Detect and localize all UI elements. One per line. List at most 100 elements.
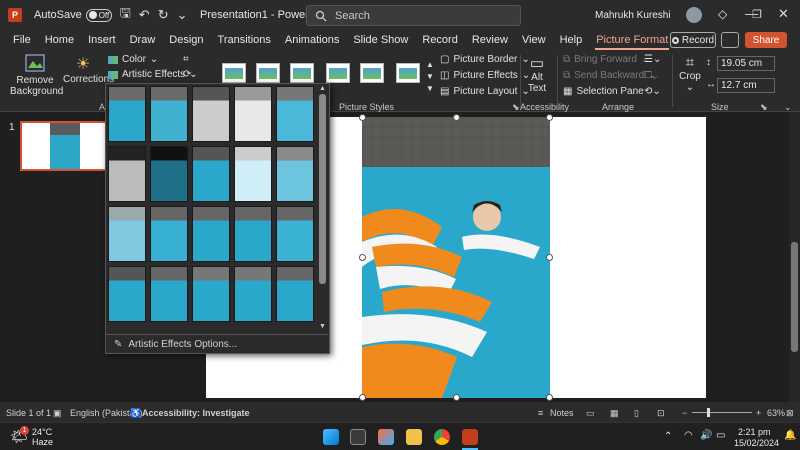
effect-pencil-sketch[interactable] (234, 86, 272, 142)
tab-record[interactable]: Record (415, 30, 464, 50)
customize-qat-icon[interactable]: ⌄ (177, 7, 188, 23)
corrections-button[interactable]: ☀ Corrections (63, 54, 114, 85)
effect-paint-brush[interactable] (192, 146, 230, 202)
width-field[interactable]: 12.7 cm (717, 78, 775, 93)
file-explorer-icon[interactable] (406, 429, 422, 445)
battery-icon[interactable]: ▭ (716, 430, 725, 441)
zoom-out-icon[interactable]: − (682, 408, 687, 418)
picture-layout-button[interactable]: ▤ Picture Layout ⌄ (440, 86, 530, 97)
resize-handle-bottom-left[interactable] (359, 394, 366, 401)
picture-style-2[interactable] (256, 63, 280, 83)
clock-time[interactable]: 2:21 pm (738, 427, 771, 437)
tab-file[interactable]: File (6, 30, 38, 50)
tab-view[interactable]: View (515, 30, 553, 50)
gallery-scrollbar[interactable] (318, 86, 327, 332)
effect-pencil-grayscale[interactable] (192, 86, 230, 142)
rotate-icon[interactable]: ⟲⌄ (644, 86, 661, 97)
effect-marker[interactable] (150, 86, 188, 142)
effect-plastic-wrap[interactable] (276, 266, 314, 322)
wifi-icon[interactable]: ◠ (684, 430, 693, 441)
effect-none[interactable] (108, 86, 146, 142)
resize-handle-bottom-right[interactable] (546, 394, 553, 401)
chrome-icon[interactable] (434, 429, 450, 445)
effect-glass[interactable] (276, 206, 314, 262)
close-icon[interactable]: ✕ (778, 6, 789, 22)
crop-button[interactable]: ⌗ Crop ⌄ (677, 54, 703, 93)
picture-style-6[interactable] (396, 63, 420, 83)
picture-style-1[interactable] (222, 63, 246, 83)
effect-paint-strokes[interactable] (150, 146, 188, 202)
tab-review[interactable]: Review (465, 30, 515, 50)
effect-texturizer[interactable] (150, 266, 188, 322)
bring-forward-button[interactable]: ⧉ Bring Forward ⌄ (563, 54, 649, 65)
user-name[interactable]: Mahrukh Kureshi (595, 10, 671, 21)
save-icon[interactable]: 🖫 (120, 4, 131, 26)
weather-condition[interactable]: Haze (32, 437, 53, 447)
reading-view-icon[interactable]: ▯ (634, 408, 639, 419)
tab-slide-show[interactable]: Slide Show (346, 30, 415, 50)
clock-date[interactable]: 15/02/2024 (734, 438, 779, 448)
tab-home[interactable]: Home (38, 30, 81, 50)
effect-chalk-sketch[interactable] (108, 146, 146, 202)
zoom-slider-thumb[interactable] (707, 408, 710, 417)
share-button[interactable]: Share (745, 32, 787, 48)
group-objects-icon[interactable]: ⧠⌄ (644, 70, 657, 81)
tab-animations[interactable]: Animations (278, 30, 346, 50)
picture-style-3[interactable] (290, 63, 314, 83)
effect-line-drawing[interactable] (276, 86, 314, 142)
gallery-scroll-down-icon[interactable]: ▼ (319, 323, 326, 330)
gallery-scroll-up-icon[interactable]: ▲ (319, 85, 326, 92)
styles-more-icon[interactable]: ▼ (426, 84, 434, 93)
change-picture-icon[interactable]: ⟳ (183, 69, 191, 80)
align-icon[interactable]: ☰⌄ (644, 54, 661, 65)
spellcheck-icon[interactable]: ▣ (53, 408, 62, 419)
undo-icon[interactable]: ↶ (139, 7, 150, 23)
effect-mosaic-bubbles[interactable] (234, 206, 272, 262)
resize-handle-top-right[interactable] (546, 114, 553, 121)
zoom-in-icon[interactable]: + (756, 408, 761, 418)
remove-background-button[interactable]: Remove Background (10, 54, 63, 97)
resize-handle-right[interactable] (546, 254, 553, 261)
notes-button[interactable]: Notes (550, 408, 574, 418)
effect-glow-diffused[interactable] (234, 146, 272, 202)
accessibility-status[interactable]: Accessibility: Investigate (142, 408, 250, 418)
record-button[interactable]: Record (670, 32, 716, 48)
styles-scroll-up-icon[interactable]: ▲ (426, 60, 434, 69)
show-hidden-icons-icon[interactable]: ⌃ (664, 431, 672, 442)
styles-scroll-down-icon[interactable]: ▼ (426, 72, 434, 81)
avatar[interactable] (686, 7, 702, 23)
widgets-icon[interactable] (378, 429, 394, 445)
comments-button[interactable] (721, 32, 739, 48)
notification-bell-icon[interactable]: 🔔 (784, 430, 796, 441)
picture-style-4[interactable] (326, 63, 350, 83)
color-button[interactable]: Color ⌄ (108, 54, 158, 65)
resize-handle-left[interactable] (359, 254, 366, 261)
tab-help[interactable]: Help (553, 30, 590, 50)
artistic-effects-options[interactable]: ✎ Artistic Effects Options... (106, 334, 328, 353)
canvas-scrollbar[interactable] (789, 112, 800, 402)
gallery-scrollbar-thumb[interactable] (319, 94, 326, 284)
compress-pictures-icon[interactable]: ⌗ (183, 54, 189, 65)
restore-window-icon[interactable]: ❐ (752, 8, 762, 21)
zoom-slider[interactable] (692, 412, 752, 413)
height-field[interactable]: 19.05 cm (717, 56, 775, 71)
picture-style-5[interactable] (360, 63, 384, 83)
autosave-toggle[interactable]: Off (85, 8, 112, 22)
zoom-level[interactable]: 63% (767, 408, 785, 418)
effect-watercolor-sponge[interactable] (150, 206, 188, 262)
slide-sorter-icon[interactable]: ▦ (610, 408, 619, 419)
tab-transitions[interactable]: Transitions (211, 30, 278, 50)
search-box[interactable]: Search (306, 5, 521, 26)
tab-draw[interactable]: Draw (123, 30, 163, 50)
resize-handle-top[interactable] (453, 114, 460, 121)
redo-icon[interactable]: ↻ (158, 7, 169, 23)
tab-picture-format[interactable]: Picture Format (589, 30, 675, 50)
premium-diamond-icon[interactable]: ◇ (718, 7, 727, 21)
fit-slide-icon[interactable]: ⊠ (786, 408, 794, 419)
slide-thumbnail-1[interactable] (20, 121, 108, 171)
scrollbar-thumb[interactable] (791, 242, 798, 352)
task-view-icon[interactable] (350, 429, 366, 445)
start-icon[interactable] (323, 429, 339, 445)
resize-handle-top-left[interactable] (359, 114, 366, 121)
powerpoint-taskbar-icon[interactable] (462, 429, 478, 445)
